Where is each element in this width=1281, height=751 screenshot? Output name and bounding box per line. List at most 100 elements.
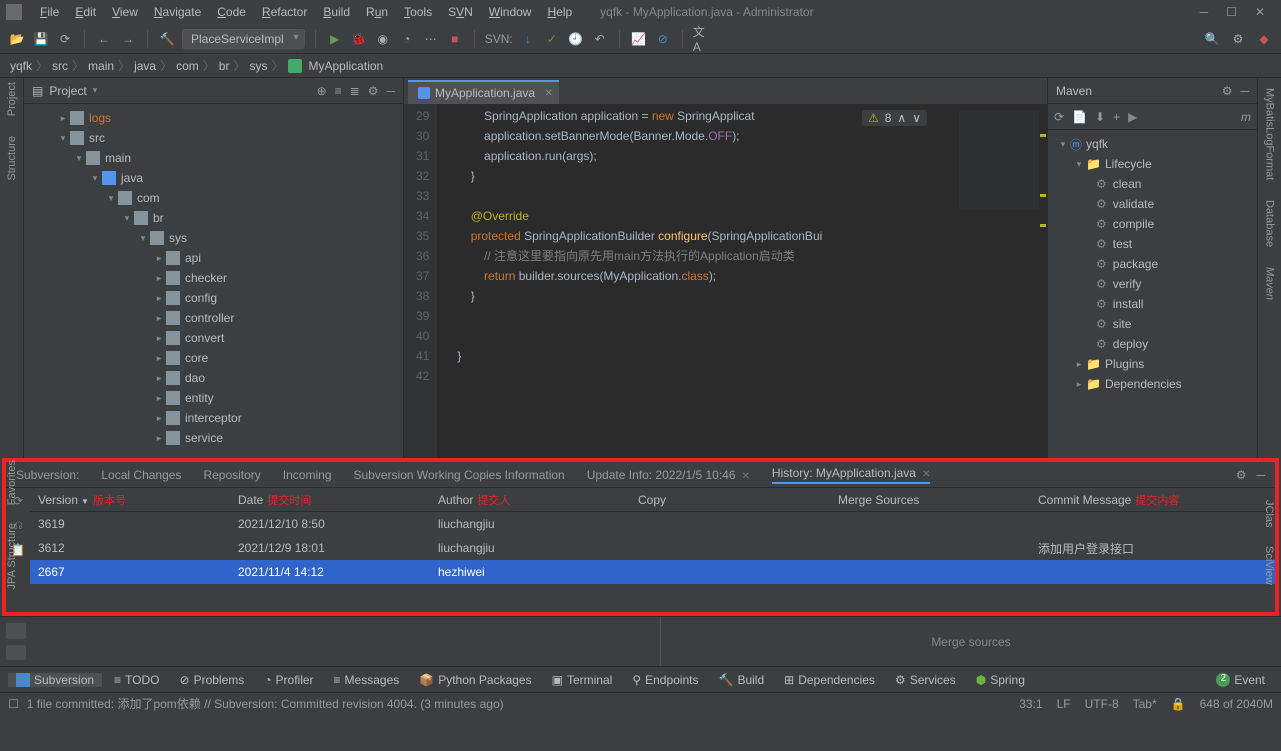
status-position[interactable]: 33:1 [1019,697,1042,711]
svn-history-icon[interactable]: 🕘 [567,30,585,48]
maven-settings-icon[interactable]: ⚙ [1222,84,1233,98]
left-tab-favorites[interactable]: Favorites [6,460,18,505]
menu-file[interactable]: File [32,5,67,19]
open-icon[interactable]: 📂 [8,30,26,48]
inspection-down-icon[interactable]: ∨ [912,111,921,125]
menu-navigate[interactable]: Navigate [146,5,209,19]
tree-item[interactable]: ▾br [24,208,403,228]
bt-build[interactable]: 🔨Build [710,673,772,687]
logo-icon[interactable]: ◆ [1255,30,1273,48]
crumb-7[interactable]: MyApplication [309,59,384,73]
tree-item[interactable]: ▸core [24,348,403,368]
expand-all-icon[interactable]: ≡ [335,84,342,98]
right-tab-1[interactable]: Database [1264,200,1276,247]
project-dropdown-icon[interactable]: ▾ [93,85,98,96]
maven-run-icon[interactable]: ▶ [1128,110,1137,124]
menu-window[interactable]: Window [481,5,540,19]
history-row[interactable]: 26672021/11/4 14:12hezhiwei [30,560,1275,584]
panel-hide-icon[interactable]: ─ [386,84,395,98]
tab-close-icon[interactable]: ✕ [742,471,750,482]
bt-profiler[interactable]: ◔Profiler [256,673,321,687]
inspection-up-icon[interactable]: ∧ [897,111,906,125]
history-row[interactable]: 36192021/12/10 8:50liuchangjiu [30,512,1275,536]
th-merge[interactable]: Merge Sources [830,493,1030,507]
maven-hide-icon[interactable]: ─ [1240,84,1249,98]
editor-tab[interactable]: MyApplication.java ✕ [408,80,559,104]
bt-terminal[interactable]: ▣Terminal [544,673,621,687]
maven-goal[interactable]: ⚙validate [1048,194,1257,214]
th-copy[interactable]: Copy [630,493,830,507]
tab-close-icon[interactable]: ✕ [922,469,930,480]
maven-goal[interactable]: ⚙verify [1048,274,1257,294]
minimap[interactable] [959,110,1039,210]
tree-item[interactable]: ▸service [24,428,403,448]
tree-item[interactable]: ▸dao [24,368,403,388]
maximize-icon[interactable]: ☐ [1226,5,1237,19]
minimize-icon[interactable]: ─ [1200,5,1209,19]
menu-run[interactable]: Run [358,5,396,19]
inspection-badge[interactable]: ⚠ 8 ∧ ∨ [862,110,927,126]
menu-help[interactable]: Help [539,5,580,19]
graph-icon[interactable]: 📈 [630,30,648,48]
tree-item[interactable]: ▾java [24,168,403,188]
menu-build[interactable]: Build [315,5,358,19]
lock-icon[interactable]: 🔒 [1171,697,1186,711]
left-tab-jpa[interactable]: JPA Structure [6,523,18,589]
maven-root[interactable]: ▾ⓜyqfk [1048,134,1257,154]
back-icon[interactable]: ← [95,30,113,48]
menu-view[interactable]: View [104,5,146,19]
tree-item[interactable]: ▾src [24,128,403,148]
svn-tab-local[interactable]: Local Changes [101,468,181,482]
bt-messages[interactable]: ≡Messages [326,673,408,687]
debug-icon[interactable]: 🐞 [350,30,368,48]
maven-m-icon[interactable]: m [1241,110,1251,124]
bt-dependencies[interactable]: ⊞Dependencies [776,673,883,687]
left-tab-project[interactable]: Project [6,82,18,116]
bt-subversion[interactable]: Subversion [8,673,102,687]
status-memory[interactable]: 648 of 2040M [1200,697,1273,711]
svn-tab-repo[interactable]: Repository [203,468,260,482]
tree-item[interactable]: ▾sys [24,228,403,248]
maven-goal[interactable]: ⚙clean [1048,174,1257,194]
maven-download-icon[interactable]: ⬇ [1095,110,1105,124]
status-indent[interactable]: Tab* [1133,697,1157,711]
build-icon[interactable]: 🔨 [158,30,176,48]
bt-spring[interactable]: ⬢Spring [968,673,1033,687]
maven-goal[interactable]: ⚙package [1048,254,1257,274]
translate-icon[interactable]: 文A [693,30,711,48]
crumb-2[interactable]: main [88,59,114,73]
bt-event[interactable]: 2Event [1208,673,1273,687]
coverage-icon[interactable]: ◉ [374,30,392,48]
right-tab-4[interactable]: SciView [1263,546,1275,585]
history-row[interactable]: 36122021/12/9 18:01liuchangjiu添加用户登录接口 [30,536,1275,560]
right-tab-2[interactable]: Maven [1264,267,1276,300]
svn-update-icon[interactable]: ↓ [519,30,537,48]
tree-item[interactable]: ▸checker [24,268,403,288]
maven-deps[interactable]: ▸📁Dependencies [1048,374,1257,394]
maven-plugins[interactable]: ▸📁Plugins [1048,354,1257,374]
maven-generate-icon[interactable]: 📄 [1072,110,1087,124]
crumb-6[interactable]: sys [249,59,267,73]
tab-close-icon[interactable]: ✕ [545,88,553,99]
maven-goal[interactable]: ⚙compile [1048,214,1257,234]
menu-refactor[interactable]: Refactor [254,5,315,19]
tree-item[interactable]: ▸interceptor [24,408,403,428]
menu-code[interactable]: Code [209,5,254,19]
close-icon[interactable]: ✕ [1255,5,1265,19]
tree-item[interactable]: ▸convert [24,328,403,348]
stop-icon[interactable]: ■ [446,30,464,48]
menu-edit[interactable]: Edit [67,5,104,19]
tree-item[interactable]: ▸logs [24,108,403,128]
svn-tab-working[interactable]: Subversion Working Copies Information [354,468,565,482]
crumb-0[interactable]: yqfk [10,59,32,73]
bt-services[interactable]: ⚙Services [887,673,964,687]
svn-panel-hide-icon[interactable]: ─ [1256,468,1265,482]
code-editor[interactable]: 2930313233343536373839404142 SpringAppli… [404,104,1047,458]
menu-svn[interactable]: SVN [440,5,481,19]
tree-item[interactable]: ▸config [24,288,403,308]
bt-python[interactable]: 📦Python Packages [411,673,539,687]
crumb-5[interactable]: br [219,59,230,73]
svn-commit-icon[interactable]: ✓ [543,30,561,48]
tree-item[interactable]: ▸api [24,248,403,268]
tree-item[interactable]: ▾com [24,188,403,208]
